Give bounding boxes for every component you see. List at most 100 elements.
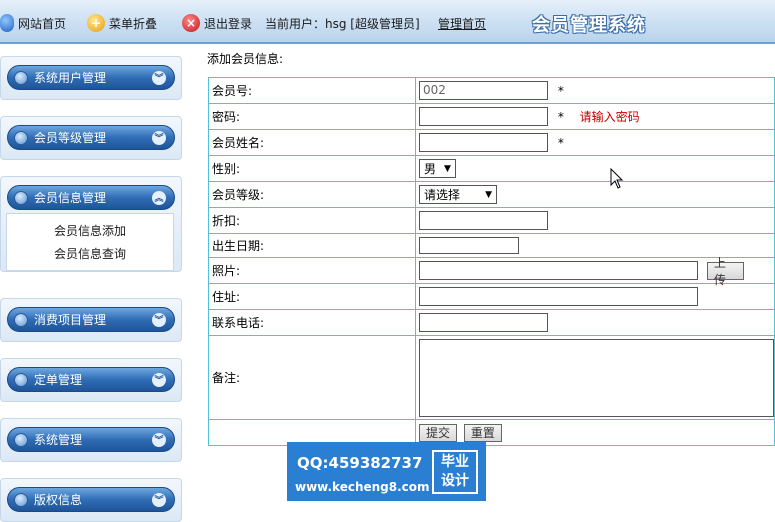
- form-row-birthday: 出生日期:: [208, 233, 775, 258]
- password-input[interactable]: [419, 107, 548, 126]
- admin-home-link[interactable]: 管理首页: [438, 13, 486, 33]
- gender-select[interactable]: 男 ▼: [419, 159, 456, 178]
- menu-bullet-icon: [14, 190, 28, 205]
- form-row-name: 会员姓名: *: [208, 129, 775, 156]
- logout-label: 退出登录: [204, 16, 253, 31]
- menu-fold-link[interactable]: + 菜单折叠: [87, 13, 157, 33]
- sidebar-group-consumption-items: 消费项目管理 ︾: [0, 298, 182, 342]
- menu-bullet-icon: [14, 432, 28, 447]
- home-icon: [0, 14, 14, 32]
- sidebar-item-copyright[interactable]: 版权信息 ︾: [7, 487, 175, 512]
- chevron-down-icon: ︾: [152, 492, 166, 507]
- gender-select-value: 男: [424, 162, 437, 176]
- field-label: 性别:: [208, 155, 416, 182]
- sidebar-item-label: 系统用户管理: [34, 71, 107, 85]
- sidebar-item-member-info[interactable]: 会员信息管理 ︽: [7, 185, 175, 210]
- upload-button[interactable]: 上传: [706, 256, 744, 287]
- phone-input[interactable]: [419, 313, 548, 332]
- sidebar-item-system-users[interactable]: 系统用户管理 ︾: [7, 65, 175, 90]
- system-title: 会员管理系统: [532, 15, 646, 36]
- password-error-text: 请输入密码: [579, 110, 640, 124]
- field-label: 住址:: [208, 283, 416, 310]
- required-mark: *: [557, 109, 564, 124]
- member-info-submenu: 会员信息添加 会员信息查询: [6, 213, 174, 271]
- sidebar-item-orders[interactable]: 定单管理 ︾: [7, 367, 175, 392]
- menu-bullet-icon: [14, 130, 28, 145]
- field-label: 折扣:: [208, 207, 416, 234]
- sidebar-group-copyright: 版权信息 ︾: [0, 478, 182, 522]
- member-level-select[interactable]: 请选择 ▼: [419, 185, 497, 204]
- form-row-remark: 备注:: [208, 335, 775, 420]
- sidebar-item-label: 定单管理: [34, 373, 83, 387]
- field-label: 照片:: [208, 257, 416, 284]
- dropdown-arrow-icon: ▼: [485, 189, 492, 200]
- logout-link[interactable]: × 退出登录: [182, 13, 252, 33]
- sidebar-group-system-users: 系统用户管理 ︾: [0, 56, 182, 100]
- sidebar-group-system: 系统管理 ︾: [0, 418, 182, 462]
- chevron-down-icon: ︾: [152, 372, 166, 387]
- sidebar-group-member-levels: 会员等级管理 ︾: [0, 116, 182, 160]
- field-label: 会员姓名:: [208, 129, 416, 156]
- mouse-cursor-icon: [610, 168, 624, 189]
- sidebar-item-label: 消费项目管理: [34, 313, 107, 327]
- field-label: 会员号:: [208, 77, 416, 104]
- form-row-level: 会员等级: 请选择 ▼: [208, 181, 775, 208]
- sidebar-group-orders: 定单管理 ︾: [0, 358, 182, 402]
- form-row-photo: 照片: 上传: [208, 256, 775, 287]
- birthday-input[interactable]: [419, 237, 519, 254]
- dropdown-arrow-icon: ▼: [444, 163, 451, 174]
- menu-bullet-icon: [14, 312, 28, 327]
- sidebar-item-system[interactable]: 系统管理 ︾: [7, 427, 175, 452]
- chevron-down-icon: ︾: [152, 70, 166, 85]
- sidebar-item-label: 会员信息管理: [34, 191, 107, 205]
- submenu-item-add-member[interactable]: 会员信息添加: [7, 220, 173, 243]
- field-label: 密码:: [208, 103, 416, 130]
- menu-bullet-icon: [14, 492, 28, 507]
- chevron-down-icon: ︾: [152, 312, 166, 327]
- form-row-discount: 折扣:: [208, 207, 775, 234]
- field-label: 出生日期:: [208, 233, 416, 258]
- field-label: 备注:: [208, 335, 416, 420]
- chevron-down-icon: ︾: [152, 130, 166, 145]
- submit-button[interactable]: 提交: [419, 423, 458, 442]
- member-level-select-value: 请选择: [424, 188, 461, 202]
- sidebar-item-consumption-items[interactable]: 消费项目管理 ︾: [7, 307, 175, 332]
- sidebar-item-label: 会员等级管理: [34, 131, 107, 145]
- chevron-up-icon: ︽: [152, 190, 166, 205]
- sidebar-item-label: 系统管理: [34, 433, 83, 447]
- menu-bullet-icon: [14, 70, 28, 85]
- menu-bullet-icon: [14, 372, 28, 387]
- close-icon: ×: [182, 14, 200, 32]
- photo-path-input[interactable]: [419, 261, 698, 280]
- menu-fold-label: 菜单折叠: [109, 16, 158, 31]
- form-row-phone: 联系电话:: [208, 309, 775, 336]
- sidebar-item-label: 版权信息: [34, 493, 83, 507]
- watermark-badge-line1: 毕业: [441, 454, 469, 470]
- site-home-link[interactable]: 网站首页: [0, 13, 67, 33]
- watermark-qq: QQ:459382737: [297, 454, 423, 472]
- top-bar: 网站首页 + 菜单折叠 × 退出登录 当前用户：hsg [超级管理员] 管理首页…: [0, 0, 775, 44]
- reset-button[interactable]: 重置: [463, 423, 502, 442]
- submenu-item-query-member[interactable]: 会员信息查询: [7, 243, 173, 266]
- address-input[interactable]: [419, 287, 698, 306]
- required-mark: *: [557, 83, 564, 98]
- form-title: 添加会员信息:: [207, 52, 284, 66]
- watermark-badge-line2: 设计: [441, 473, 469, 489]
- member-form: 会员号: 002 * 密码: * 请输入密码 会员姓名: * 性别: 男 ▼ 会…: [208, 77, 775, 446]
- remark-textarea[interactable]: [419, 338, 774, 417]
- member-name-input[interactable]: [419, 133, 548, 152]
- watermark-badge: 毕业 设计: [432, 450, 478, 494]
- site-home-label: 网站首页: [18, 16, 67, 31]
- current-user-text: 当前用户：hsg [超级管理员]: [265, 16, 420, 31]
- field-label: 联系电话:: [208, 309, 416, 336]
- member-no-input[interactable]: 002: [419, 81, 548, 100]
- form-row-member-no: 会员号: 002 *: [208, 77, 775, 104]
- chevron-down-icon: ︾: [152, 432, 166, 447]
- sidebar-item-member-levels[interactable]: 会员等级管理 ︾: [7, 125, 175, 150]
- required-mark: *: [557, 135, 564, 150]
- plus-icon: +: [87, 14, 105, 32]
- watermark-banner: QQ:459382737 www.kecheng8.com 毕业 设计: [287, 442, 486, 501]
- discount-input[interactable]: [419, 211, 548, 230]
- form-row-gender: 性别: 男 ▼: [208, 155, 775, 182]
- sidebar: 系统用户管理 ︾ 会员等级管理 ︾ 会员信息管理 ︽ 会员信息添加 会员信息查询…: [0, 46, 190, 522]
